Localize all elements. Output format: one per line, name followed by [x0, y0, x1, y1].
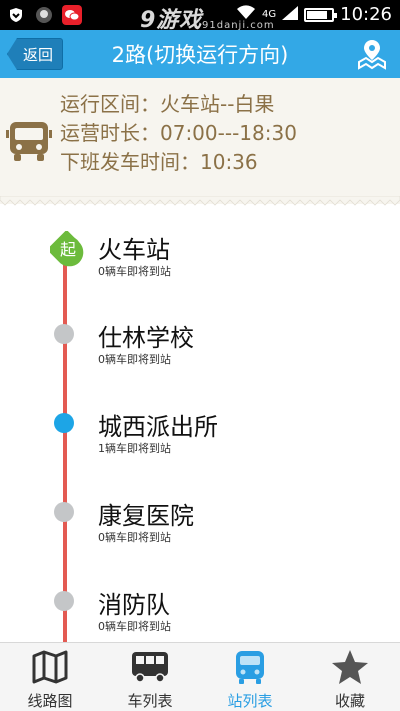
header-bar: 返回 2路(切换运行方向) — [0, 30, 400, 78]
tab-label: 站列表 — [227, 692, 273, 710]
bus-stop-icon — [230, 649, 270, 685]
wifi-icon — [236, 4, 256, 25]
start-marker-label: 起 — [60, 240, 76, 259]
station-item[interactable]: 消防队 0辆车即将到站 — [0, 577, 400, 642]
zigzag-divider — [0, 196, 400, 206]
station-status: 1辆车即将到站 — [98, 442, 171, 455]
station-name: 消防队 — [98, 591, 170, 619]
shield-icon — [6, 5, 26, 25]
page-title[interactable]: 2路(切换运行方向) — [112, 39, 289, 69]
station-name: 城西派出所 — [98, 413, 218, 441]
bus-icon — [6, 118, 52, 164]
station-status: 0辆车即将到站 — [98, 531, 171, 544]
tab-label: 线路图 — [27, 692, 73, 710]
clock: 10:26 — [340, 4, 392, 25]
tab-label: 收藏 — [334, 692, 365, 710]
app-icon — [34, 5, 54, 25]
tab-label: 车列表 — [127, 692, 173, 710]
wechat-icon — [62, 5, 82, 25]
station-status: 0辆车即将到站 — [98, 265, 171, 278]
station-name: 火车站 — [98, 236, 170, 264]
station-name: 仕林学校 — [98, 324, 194, 352]
station-item[interactable]: 仕林学校 0辆车即将到站 — [0, 310, 400, 398]
station-item[interactable]: 城西派出所 1辆车即将到站 — [0, 399, 400, 487]
signal-icon — [282, 4, 299, 25]
station-item[interactable]: 康复医院 0辆车即将到站 — [0, 488, 400, 576]
network-type: 4G — [262, 9, 277, 20]
star-icon — [330, 649, 370, 685]
tab-bus-list[interactable]: 车列表 — [100, 643, 200, 711]
tab-stop-list[interactable]: 站列表 — [200, 643, 300, 711]
tab-favorites[interactable]: 收藏 — [300, 643, 400, 711]
map-pin-icon — [358, 40, 386, 70]
operating-hours: 运营时长：07:00---18:30 — [60, 121, 297, 145]
start-marker-icon: 起 — [46, 229, 86, 269]
status-bar: 9游戏 91danji.com 4G 10:26 — [0, 0, 400, 33]
map-icon — [30, 649, 70, 685]
battery-icon — [304, 7, 338, 22]
bottom-tab-bar: 线路图 车列表 站列表 收藏 — [0, 642, 400, 711]
map-location-button[interactable] — [356, 38, 388, 70]
station-dot-active — [54, 413, 74, 433]
station-dot — [54, 591, 74, 611]
tab-route-map[interactable]: 线路图 — [0, 643, 100, 711]
station-status: 0辆车即将到站 — [98, 353, 171, 366]
station-name: 康复医院 — [98, 502, 194, 530]
station-status: 0辆车即将到站 — [98, 620, 171, 633]
route-info-panel: 运行区间：火车站--白果 运营时长：07:00---18:30 下班发车时间：1… — [0, 78, 400, 204]
station-dot — [54, 324, 74, 344]
route-range: 运行区间：火车站--白果 — [60, 92, 275, 116]
bus-icon — [130, 649, 170, 685]
station-dot — [54, 502, 74, 522]
back-button[interactable]: 返回 — [7, 38, 63, 70]
last-departure: 下班发车时间：10:36 — [60, 150, 258, 174]
notification-icons — [6, 5, 82, 25]
